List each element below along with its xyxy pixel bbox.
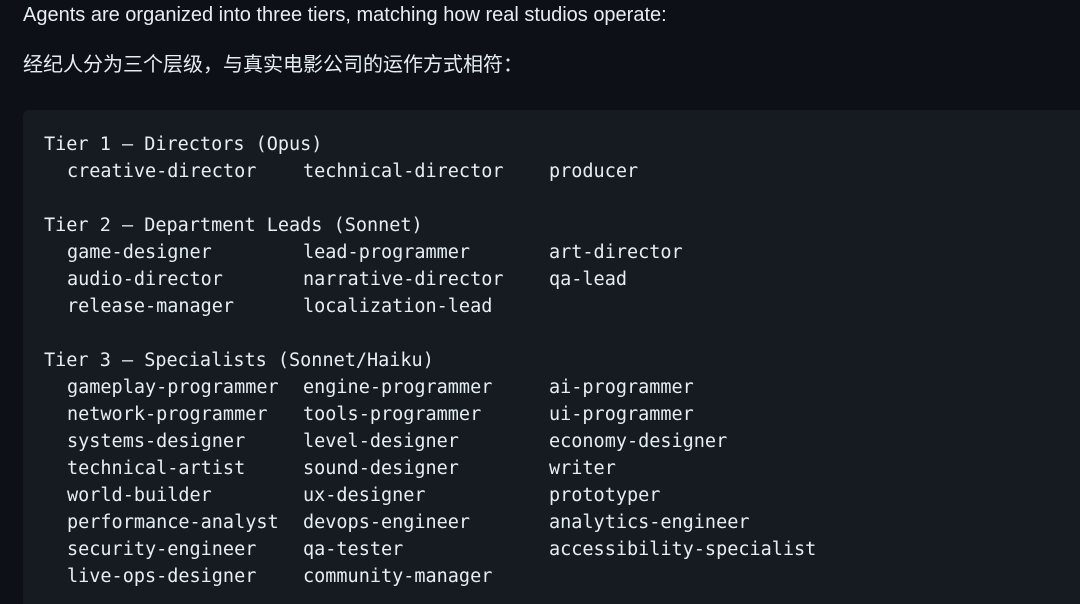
- agent-name: writer: [549, 458, 616, 479]
- agent-name: qa-tester: [303, 539, 404, 560]
- agent-name: localization-lead: [303, 296, 493, 317]
- agent-name: release-manager: [67, 296, 235, 317]
- agent-name: community-manager: [303, 566, 493, 587]
- agent-name: game-designer: [67, 242, 212, 263]
- agent-name: security-engineer: [67, 539, 257, 560]
- agent-name: ui-programmer: [549, 404, 694, 425]
- tier-3-header: Tier 3 — Specialists (Sonnet/Haiku): [44, 350, 434, 371]
- agent-row: game-designer lead-programmer art-direct…: [44, 239, 683, 266]
- agent-row: network-programmer tools-programmer ui-p…: [44, 401, 694, 428]
- agent-name: devops-engineer: [303, 512, 471, 533]
- agent-name: qa-lead: [549, 269, 627, 290]
- agent-row: live-ops-designer community-manager: [44, 563, 492, 590]
- agent-name: technical-director: [303, 161, 504, 182]
- agent-name: network-programmer: [67, 404, 268, 425]
- agent-name: engine-programmer: [303, 377, 493, 398]
- agent-name: art-director: [549, 242, 683, 263]
- tier-header: Tier 3 — Specialists (Sonnet/Haiku): [44, 347, 434, 374]
- agent-name: world-builder: [67, 485, 212, 506]
- tier-2-header: Tier 2 — Department Leads (Sonnet): [44, 215, 423, 236]
- tier-header: Tier 1 — Directors (Opus): [44, 131, 322, 158]
- agent-name: creative-director: [67, 161, 257, 182]
- tier-1-header: Tier 1 — Directors (Opus): [44, 134, 323, 155]
- tier-header: Tier 2 — Department Leads (Sonnet): [44, 212, 423, 239]
- agent-name: technical-artist: [67, 458, 246, 479]
- code-block: Tier 1 — Directors (Opus) creative-direc…: [23, 110, 1080, 604]
- agent-row: systems-designer level-designer economy-…: [44, 428, 727, 455]
- agent-name: tools-programmer: [303, 404, 482, 425]
- intro-paragraph-en: Agents are organized into three tiers, m…: [23, 4, 667, 26]
- agent-row: creative-director technical-director pro…: [44, 158, 638, 185]
- agent-name: accessibility-specialist: [549, 539, 817, 560]
- agent-name: prototyper: [549, 485, 661, 506]
- intro-paragraph-zh: 经纪人分为三个层级，与真实电影公司的运作方式相符：: [23, 54, 523, 76]
- agent-row: performance-analyst devops-engineer anal…: [44, 509, 749, 536]
- agent-name: analytics-engineer: [549, 512, 750, 533]
- agent-row: world-builder ux-designer prototyper: [44, 482, 660, 509]
- agent-name: systems-designer: [67, 431, 246, 452]
- agent-name: audio-director: [67, 269, 223, 290]
- agent-row: technical-artist sound-designer writer: [44, 455, 616, 482]
- agent-row: release-manager localization-lead: [44, 293, 492, 320]
- agent-name: gameplay-programmer: [67, 377, 279, 398]
- agent-name: narrative-director: [303, 269, 504, 290]
- agent-name: performance-analyst: [67, 512, 279, 533]
- agent-name: sound-designer: [303, 458, 459, 479]
- agent-name: economy-designer: [549, 431, 728, 452]
- agent-row: security-engineer qa-tester accessibilit…: [44, 536, 816, 563]
- agent-row: audio-director narrative-director qa-lea…: [44, 266, 627, 293]
- agent-name: level-designer: [303, 431, 459, 452]
- agent-name: live-ops-designer: [67, 566, 257, 587]
- agent-name: lead-programmer: [303, 242, 471, 263]
- agent-name: ux-designer: [303, 485, 426, 506]
- agent-row: gameplay-programmer engine-programmer ai…: [44, 374, 694, 401]
- agent-name: producer: [549, 161, 639, 182]
- agent-name: ai-programmer: [549, 377, 694, 398]
